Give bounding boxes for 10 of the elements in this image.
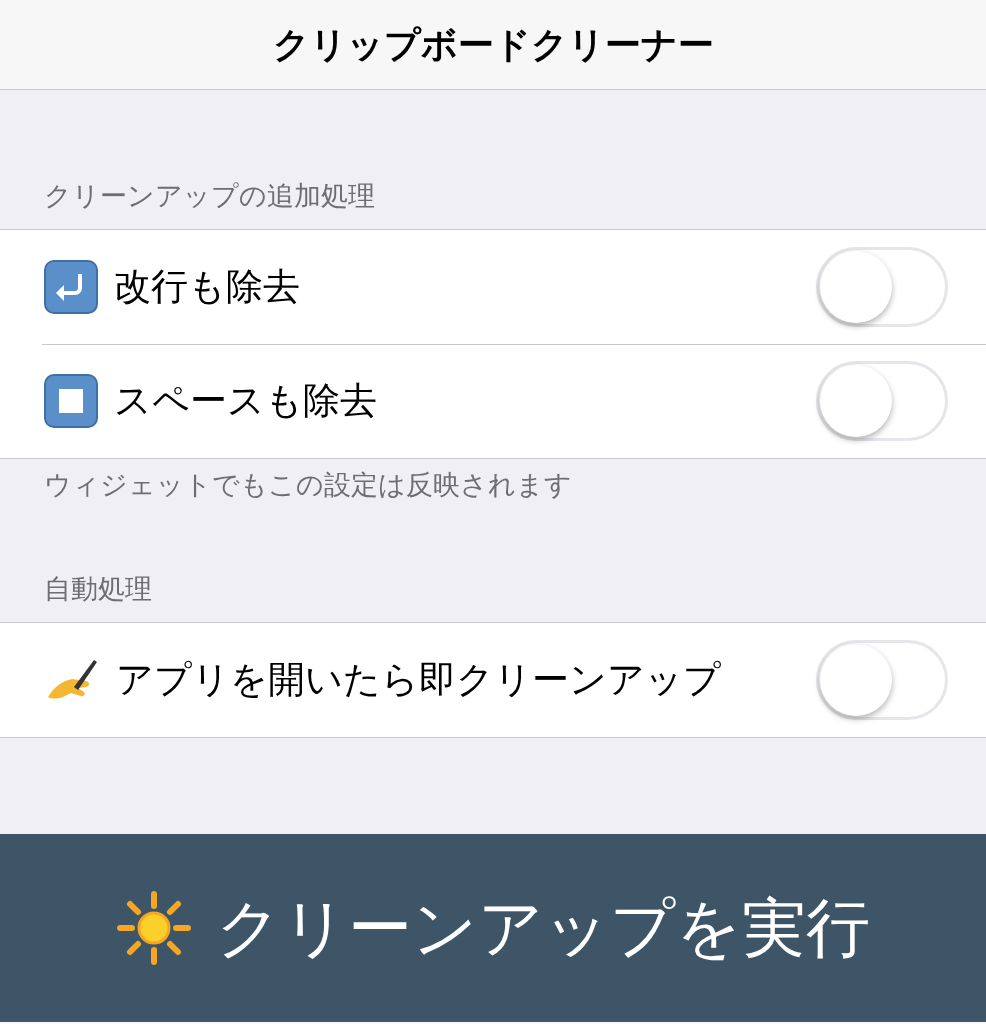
setting-label: アプリを開いたら即クリーンアップ: [116, 656, 722, 703]
section-footer: ウィジェットでもこの設定は反映されます: [0, 464, 986, 505]
cleanup-button[interactable]: クリーンアップを実行: [0, 833, 986, 1022]
section-header: 自動処理: [43, 572, 153, 606]
screen-title: クリップボードクリーナー: [272, 22, 714, 67]
section-header: クリーンアップの追加処理: [43, 179, 376, 213]
setting-label: スペースも除去: [114, 378, 378, 425]
sun-icon: [116, 889, 192, 966]
stop-square-icon: [44, 374, 98, 428]
setting-label: 改行も除去: [114, 263, 301, 310]
